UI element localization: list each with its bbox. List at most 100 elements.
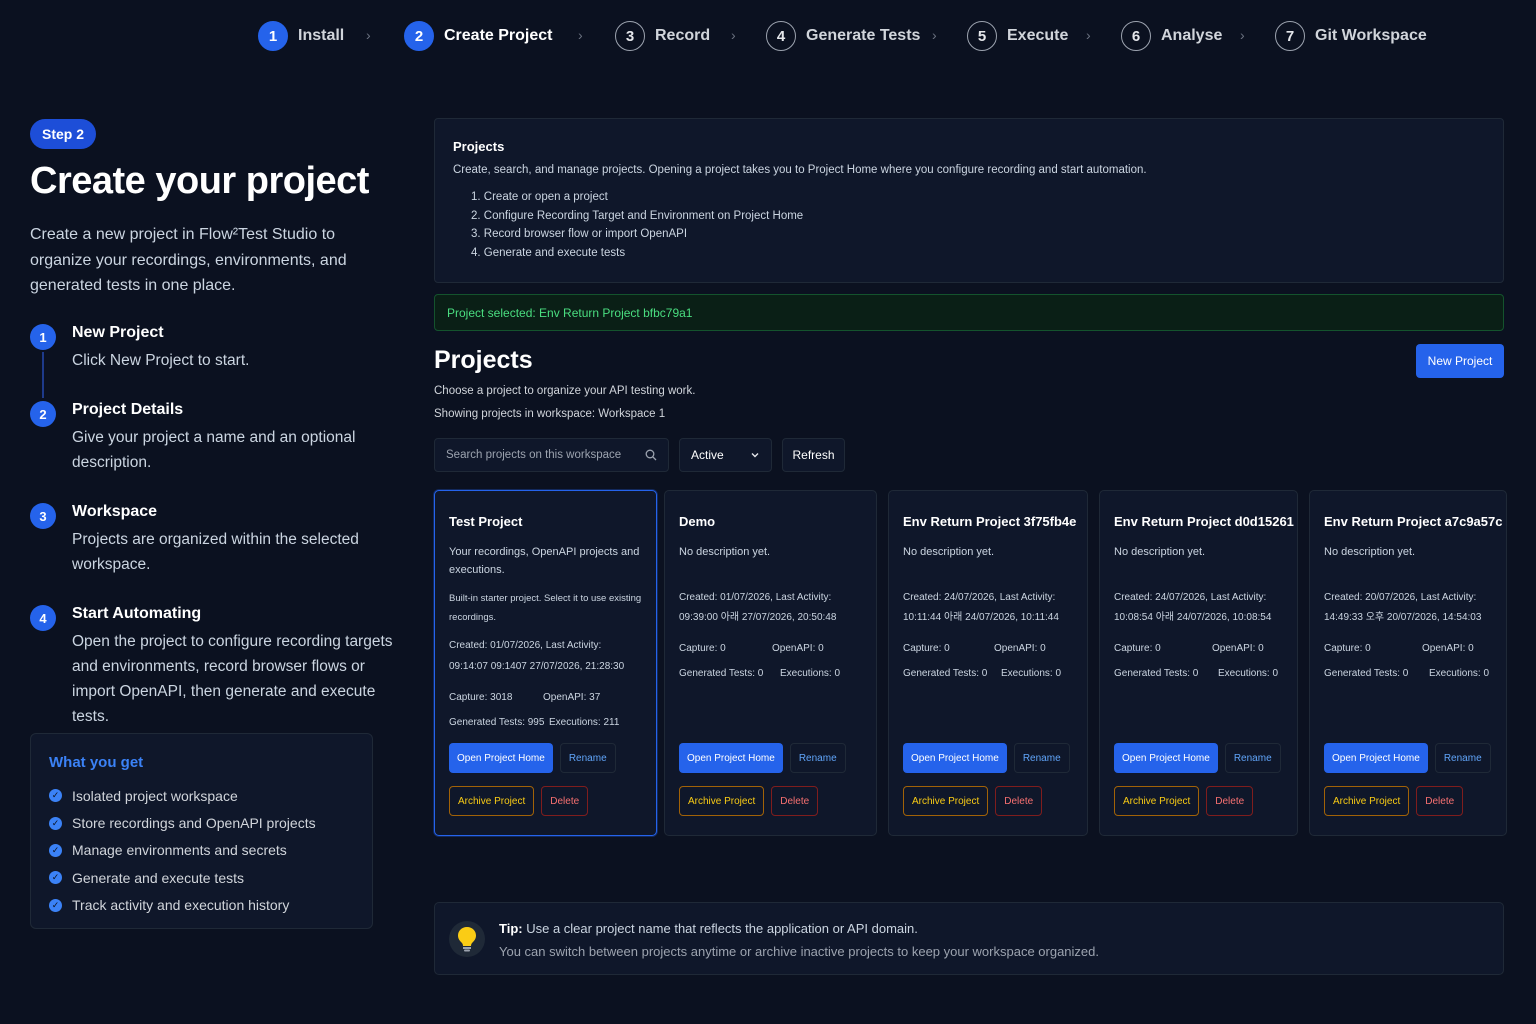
card-actions-secondary: Archive Project Delete xyxy=(1114,786,1254,816)
benefit-item: ✓ Track activity and execution history xyxy=(49,892,316,919)
tip-label: Tip: xyxy=(499,921,523,936)
project-stats: Capture: 3018 OpenAPI: 37 Generated Tests… xyxy=(449,685,619,735)
archive-project-button[interactable]: Archive Project xyxy=(1324,786,1410,816)
benefit-item: ✓ Manage environments and secrets xyxy=(49,837,316,864)
step-label: Record xyxy=(655,27,711,44)
search-box xyxy=(434,438,669,472)
lightbulb-icon xyxy=(449,921,485,957)
projects-heading: Projects xyxy=(434,346,533,374)
project-card[interactable]: Env Return Project 3f75fb4e No descripti… xyxy=(888,490,1088,836)
openapi-count: OpenAPI: 0 xyxy=(772,643,824,654)
capture-count: Capture: 3018 xyxy=(449,692,513,703)
status-filter-select[interactable]: Active xyxy=(679,438,772,472)
project-card[interactable]: Demo No description yet. Created: 01/07/… xyxy=(664,490,877,836)
info-step: 3. Record browser flow or import OpenAPI xyxy=(471,228,688,241)
refresh-button[interactable]: Refresh xyxy=(782,438,845,472)
delete-button[interactable]: Delete xyxy=(1416,786,1464,816)
delete-button[interactable]: Delete xyxy=(995,786,1043,816)
archive-project-button[interactable]: Archive Project xyxy=(449,786,535,816)
project-name: Demo xyxy=(679,514,716,529)
step-number: 7 xyxy=(1275,21,1305,51)
openapi-count: OpenAPI: 0 xyxy=(994,643,1046,654)
tip-panel: Tip: Use a clear project name that refle… xyxy=(434,902,1504,975)
stepper-step-install[interactable]: 1 Install xyxy=(258,20,344,52)
guide-step-title: Start Automating xyxy=(72,605,202,622)
info-steps-list: 1. Create or open a project 2. Configure… xyxy=(453,191,803,265)
search-icon[interactable] xyxy=(645,449,657,461)
executions-count: Executions: 0 xyxy=(1001,668,1062,679)
open-project-home-button[interactable]: Open Project Home xyxy=(449,743,553,773)
guide-step-desc: Click New Project to start. xyxy=(72,352,250,369)
info-step: 2. Configure Recording Target and Enviro… xyxy=(471,209,804,222)
tip-line-2: You can switch between projects anytime … xyxy=(499,944,1099,959)
step-badge: Step 2 xyxy=(30,119,97,149)
stepper-step-git-workspace[interactable]: 7 Git Workspace xyxy=(1275,20,1427,52)
rename-button[interactable]: Rename xyxy=(1224,743,1281,773)
stepper-step-record[interactable]: 3 Record xyxy=(615,20,710,52)
rename-button[interactable]: Rename xyxy=(1434,743,1491,773)
chevron-right-icon: › xyxy=(932,27,937,43)
generated-tests-count: Generated Tests: 0 xyxy=(679,668,764,679)
delete-button[interactable]: Delete xyxy=(541,786,589,816)
status-filter-value: Active xyxy=(691,448,724,462)
generated-tests-count: Generated Tests: 0 xyxy=(903,668,988,679)
project-last-activity: 10:08:54 아래 24/07/2026, 10:08:54 xyxy=(1114,612,1272,623)
stepper-step-analyse[interactable]: 6 Analyse xyxy=(1121,20,1222,52)
project-stats: Capture: 0 OpenAPI: 0 Generated Tests: 0 E… xyxy=(679,636,840,686)
open-project-home-button[interactable]: Open Project Home xyxy=(1114,743,1218,773)
project-card[interactable]: Env Return Project d0d15261 No descripti… xyxy=(1099,490,1298,836)
tip-line-1: Tip: Use a clear project name that refle… xyxy=(499,921,918,936)
step-label: Analyse xyxy=(1161,27,1223,44)
guide-step-number: 1 xyxy=(30,324,56,350)
delete-button[interactable]: Delete xyxy=(771,786,819,816)
new-project-button[interactable]: New Project xyxy=(1416,344,1504,378)
card-actions-secondary: Archive Project Delete xyxy=(903,786,1043,816)
project-card[interactable]: Env Return Project a7c9a57c No descripti… xyxy=(1309,490,1507,836)
archive-project-button[interactable]: Archive Project xyxy=(903,786,989,816)
openapi-count: OpenAPI: 0 xyxy=(1212,643,1264,654)
project-name: Env Return Project 3f75fb4e xyxy=(903,514,1077,529)
project-stats: Capture: 0 OpenAPI: 0 Generated Tests: 0 E… xyxy=(903,636,1061,686)
rename-button[interactable]: Rename xyxy=(1013,743,1070,773)
project-last-activity: 10:11:44 아래 24/07/2026, 10:11:44 xyxy=(903,612,1059,623)
stepper-step-create-project[interactable]: 2 Create Project xyxy=(404,20,553,52)
project-note: Built-in starter project. Select it to u… xyxy=(449,593,642,623)
project-last-activity: 09:14:07 09:1407 27/07/2026, 21:28:30 xyxy=(449,661,625,672)
guide-step-desc: Open the project to configure recording … xyxy=(72,633,393,725)
guide-step-title: Workspace xyxy=(72,503,158,520)
guide-step-desc: Give your project a name and an optional… xyxy=(72,429,356,471)
project-name: Env Return Project d0d15261 xyxy=(1114,514,1294,529)
page-title: Create your project xyxy=(30,160,369,202)
card-actions-secondary: Archive Project Delete xyxy=(679,786,819,816)
info-step: 1. Create or open a project xyxy=(471,191,608,203)
archive-project-button[interactable]: Archive Project xyxy=(1114,786,1200,816)
step-number: 1 xyxy=(258,21,288,51)
rename-button[interactable]: Rename xyxy=(789,743,846,773)
chevron-right-icon: › xyxy=(366,27,371,43)
project-last-activity: 09:39:00 아래 27/07/2026, 20:50:48 xyxy=(679,612,837,623)
capture-count: Capture: 0 xyxy=(1324,643,1371,654)
guide-step-number: 4 xyxy=(30,605,56,631)
executions-count: Executions: 211 xyxy=(549,717,620,728)
page-description: Create a new project in Flow²Test Studio… xyxy=(30,226,347,294)
projects-subtitle: Choose a project to organize your API te… xyxy=(434,385,696,397)
stepper-step-execute[interactable]: 5 Execute xyxy=(967,20,1068,52)
open-project-home-button[interactable]: Open Project Home xyxy=(1324,743,1428,773)
projects-info-card: Projects Create, search, and manage proj… xyxy=(434,118,1504,283)
delete-button[interactable]: Delete xyxy=(1206,786,1254,816)
benefit-label: Isolated project workspace xyxy=(72,787,238,804)
open-project-home-button[interactable]: Open Project Home xyxy=(679,743,783,773)
check-circle-icon: ✓ xyxy=(49,898,62,912)
card-actions-primary: Open Project Home Rename xyxy=(679,743,846,773)
open-project-home-button[interactable]: Open Project Home xyxy=(903,743,1007,773)
info-description: Create, search, and manage projects. Ope… xyxy=(453,164,1147,176)
benefit-label: Generate and execute tests xyxy=(72,869,244,886)
benefit-item: ✓ Isolated project workspace xyxy=(49,782,316,809)
search-input[interactable] xyxy=(446,449,645,461)
archive-project-button[interactable]: Archive Project xyxy=(679,786,765,816)
chevron-right-icon: › xyxy=(731,27,736,43)
project-card[interactable]: Test Project Your recordings, OpenAPI pr… xyxy=(434,490,657,836)
stepper-step-generate-tests[interactable]: 4 Generate Tests xyxy=(766,20,920,52)
project-created: Created: 20/07/2026, Last Activity: xyxy=(1324,592,1477,603)
rename-button[interactable]: Rename xyxy=(559,743,616,773)
